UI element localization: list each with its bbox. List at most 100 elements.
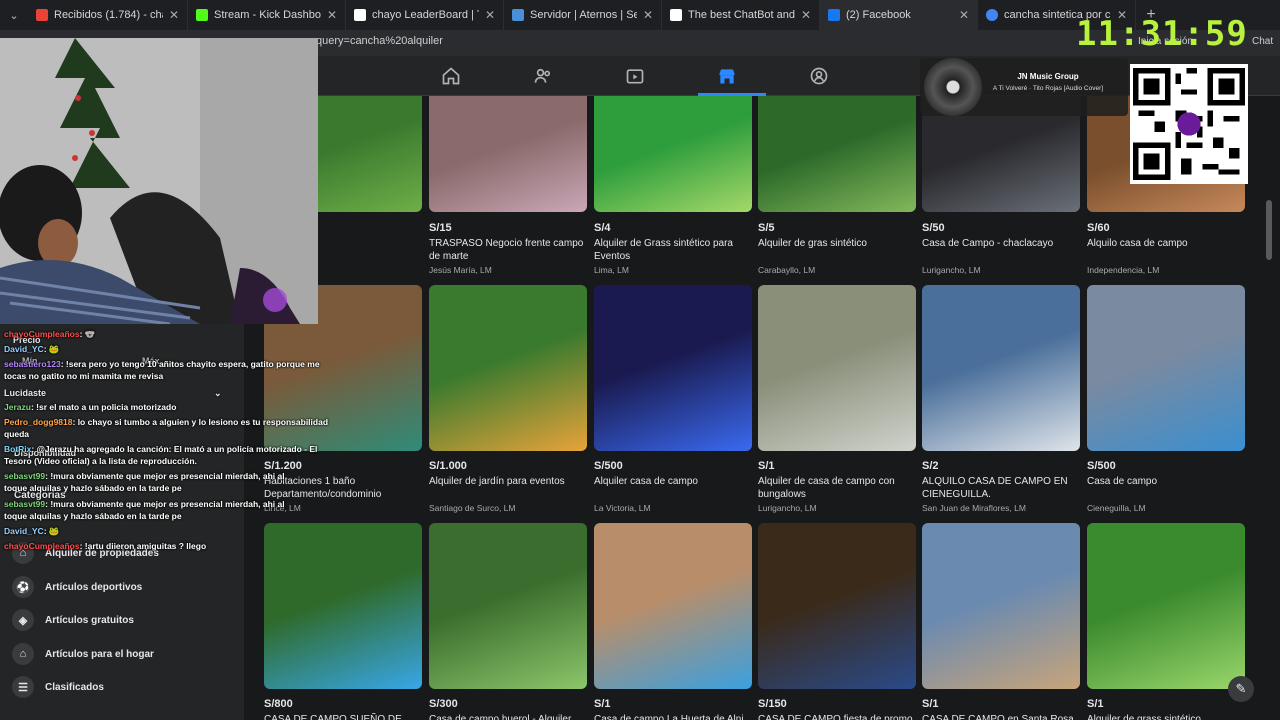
close-tab-icon[interactable]: ✕ <box>169 8 179 22</box>
chat-text: : !mura obviamente que mejor es presenci… <box>45 499 285 509</box>
listing-title[interactable]: TRASPASO Negocio frente campo de marte <box>429 237 587 263</box>
streamer-webcam <box>0 38 318 324</box>
listing-photo[interactable] <box>1087 285 1245 451</box>
groups-icon[interactable] <box>809 66 829 86</box>
aternos-icon <box>512 9 524 21</box>
listing-photo[interactable] <box>594 523 752 689</box>
browser-tab[interactable]: Recibidos (1.784) - chayo.tube.18@✕ <box>28 0 188 30</box>
chat-username[interactable]: chayoCumpleaños <box>4 541 80 551</box>
category-articulos-hogar[interactable]: ⌂ Artículos para el hogar <box>12 643 154 665</box>
listing-photo[interactable] <box>758 96 916 212</box>
category-clasificados[interactable]: ☰ Clasificados <box>12 676 104 698</box>
listing-photo[interactable] <box>758 285 916 451</box>
listing-location: Lurigancho, LM <box>922 265 981 275</box>
listing-title[interactable]: CASA DE CAMPO fiesta de promo <box>758 713 916 720</box>
listing-title[interactable]: CASA DE CAMPO SUEÑO DE <box>264 713 422 720</box>
listing-price: S/800 <box>264 698 293 710</box>
listing-location: Jesús María, LM <box>429 265 492 275</box>
chat-text: queda <box>4 429 30 439</box>
music-artist: JN Music Group <box>1017 72 1079 81</box>
listing-title[interactable]: Casa de campo <box>1087 475 1245 488</box>
listing-title[interactable]: Alquiler de casa de campo con bungalows <box>758 475 916 501</box>
listing-title[interactable]: Alquilo casa de campo <box>1087 237 1245 250</box>
browser-tab-active[interactable]: (2) Facebook ✕ <box>820 0 978 30</box>
close-tab-icon[interactable]: ✕ <box>801 8 811 22</box>
chat-message: tocas no gatito no mi mamita me revisa <box>4 371 163 382</box>
browser-tab[interactable]: chayo LeaderBoard | The best Cha✕ <box>346 0 504 30</box>
watch-icon[interactable] <box>625 66 645 86</box>
compose-message-icon[interactable]: ✎ <box>1228 676 1254 702</box>
listing-photo[interactable] <box>429 523 587 689</box>
chat-username[interactable]: sebasvt99 <box>4 471 45 481</box>
classifieds-icon: ☰ <box>12 676 34 698</box>
chat-username[interactable]: chayoCumpleaños <box>4 329 80 339</box>
chat-text: : 🐸 <box>43 344 60 354</box>
listing-location: Lurigancho, LM <box>758 503 817 513</box>
friends-icon[interactable] <box>533 66 553 86</box>
listing-title[interactable]: Casa de Campo - chaclacayo <box>922 237 1080 250</box>
listing-title[interactable]: Alquiler de Grass sintético para Eventos <box>594 237 752 263</box>
chat-message: Pedro_dogg9818: lo chayo si tumbo a algu… <box>4 417 328 428</box>
chat-text: : !artu diieron amiguitas ? llego <box>79 541 207 551</box>
tab-search-icon[interactable]: ⌄ <box>0 0 28 30</box>
chat-message: sebasvt99: !mura obviamente que mejor es… <box>4 471 285 482</box>
browser-tab[interactable]: Servidor | Aternos | Servidor de M✕ <box>504 0 662 30</box>
chat-message: Tesoro (Video oficial) a la lista de rep… <box>4 456 197 467</box>
listing-photo[interactable] <box>594 285 752 451</box>
listing-photo[interactable] <box>922 523 1080 689</box>
listing-photo[interactable] <box>1087 523 1245 689</box>
listing-title[interactable]: Alquiler de gras sintético <box>758 237 916 250</box>
chat-username[interactable]: sebasvt99 <box>4 499 45 509</box>
listing-photo[interactable] <box>922 285 1080 451</box>
listing-location: Carabayllo, LM <box>758 265 816 275</box>
chat-button[interactable]: Chat <box>1252 36 1273 47</box>
close-tab-icon[interactable]: ✕ <box>485 8 495 22</box>
browser-tab[interactable]: Stream - Kick Dashboard✕ <box>188 0 346 30</box>
clock-minutes: 31 <box>1140 14 1184 54</box>
listing-location: San Juan de Miraflores, LM <box>922 503 1026 513</box>
chat-username[interactable]: David_YC <box>4 344 44 354</box>
listing-title[interactable]: Alquiler de jardín para eventos <box>429 475 587 488</box>
listing-title[interactable]: Alquiler de grass sintético <box>1087 713 1245 720</box>
chat-message: David_YC: 🐸 <box>4 344 59 355</box>
home-icon[interactable] <box>441 66 461 86</box>
chat-text: toque alquilas y hazlo sábado en la tard… <box>4 511 182 521</box>
url-field[interactable]: query=cancha%20alquiler <box>316 35 443 47</box>
tag-icon: ◈ <box>12 609 34 631</box>
listing-price: S/150 <box>758 698 787 710</box>
chat-text: Tesoro (Video oficial) a la lista de rep… <box>4 456 197 466</box>
listing-price: S/1 <box>1087 698 1104 710</box>
listing-title[interactable]: CASA DE CAMPO en Santa Rosa de <box>922 713 1080 720</box>
chat-message: toque alquilas y hazlo sábado en la tard… <box>4 483 182 494</box>
page-scrollbar[interactable] <box>1266 200 1272 260</box>
close-tab-icon[interactable]: ✕ <box>643 8 653 22</box>
listing-location: Santiago de Surco, LM <box>429 503 516 513</box>
close-tab-icon[interactable]: ✕ <box>327 8 337 22</box>
listing-title[interactable]: Alquiler casa de campo <box>594 475 752 488</box>
listing-price: S/4 <box>594 222 611 234</box>
listing-photo[interactable] <box>758 523 916 689</box>
chat-username[interactable]: Pedro_dogg9818 <box>4 417 73 427</box>
chat-text: : !mura obviamente que mejor es presenci… <box>45 471 285 481</box>
listing-photo[interactable] <box>594 96 752 212</box>
yape-qr-code <box>1130 64 1248 184</box>
facebook-icon <box>828 9 840 21</box>
category-articulos-deportivos[interactable]: ⚽ Artículos deportivos <box>12 576 142 598</box>
listing-title[interactable]: Casa de campo huerol - Alquiler <box>429 713 587 720</box>
marketplace-icon[interactable] <box>717 66 737 86</box>
chat-username[interactable]: sebastiero123 <box>4 359 61 369</box>
listing-photo[interactable] <box>429 285 587 451</box>
listing-title[interactable]: Casa de campo La Huerta de Alni <box>594 713 752 720</box>
category-articulos-gratuitos[interactable]: ◈ Artículos gratuitos <box>12 609 134 631</box>
browser-tab[interactable]: The best ChatBot and Widgets for✕ <box>662 0 820 30</box>
listing-price: S/50 <box>922 222 945 234</box>
listing-photo[interactable] <box>429 96 587 212</box>
chat-message: sebastiero123: !sera pero yo tengo 10 añ… <box>4 359 320 370</box>
close-tab-icon[interactable]: ✕ <box>959 8 969 22</box>
chat-username[interactable]: David_YC <box>4 526 44 536</box>
chat-username[interactable]: Jerazu <box>4 402 31 412</box>
chat-message: toque alquilas y hazlo sábado en la tard… <box>4 511 182 522</box>
chat-text: : 🐸 <box>43 526 60 536</box>
listing-title[interactable]: ALQUILO CASA DE CAMPO EN CIENEGUILLA. <box>922 475 1080 501</box>
chat-username[interactable]: BotRix <box>4 444 31 454</box>
